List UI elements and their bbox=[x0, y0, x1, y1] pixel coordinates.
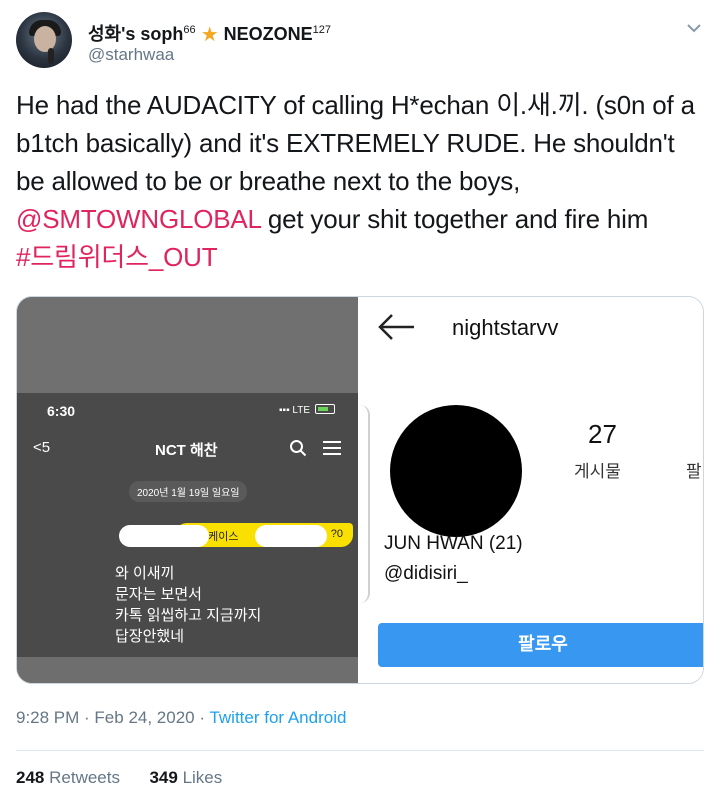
tweet-source-link[interactable]: Twitter for Android bbox=[209, 708, 346, 727]
microphone-icon bbox=[48, 48, 54, 64]
message-line: 문자는 보면서 bbox=[115, 586, 202, 603]
message-line: 카톡 읽씹하고 지금까지 bbox=[115, 607, 262, 624]
group-name: NEOZONE bbox=[223, 24, 313, 44]
ig-profile-picture bbox=[390, 405, 522, 537]
hashtag-link[interactable]: #드림위더스_OUT bbox=[16, 242, 218, 272]
ig-posts-count: 27 bbox=[588, 419, 617, 449]
ig-follow-button: 팔로우 bbox=[378, 623, 703, 667]
ig-full-name: JUN HWAN (21) bbox=[384, 533, 523, 554]
media-attachment[interactable]: 6:30 ▪▪▪ LTE <5 NCT 해찬 2020년 1월 19일 일요일 bbox=[16, 296, 704, 684]
network-label: LTE bbox=[292, 405, 311, 416]
chat-screenshot[interactable]: 6:30 ▪▪▪ LTE <5 NCT 해찬 2020년 1월 19일 일요일 bbox=[17, 297, 358, 683]
likes-count: 349 bbox=[149, 768, 178, 787]
phone-top-area bbox=[17, 297, 358, 393]
redaction-scribble bbox=[255, 525, 327, 547]
name-superscript: 66 bbox=[183, 24, 196, 36]
star-icon: ★ bbox=[200, 24, 219, 46]
tweet-body-continued: get your shit together and fire him bbox=[260, 204, 649, 234]
tweet-text: He had the AUDACITY of calling H*echan 이… bbox=[16, 86, 706, 276]
chat-back: <5 bbox=[33, 439, 50, 456]
user-handle[interactable]: @starhwaa bbox=[88, 45, 174, 65]
ig-username: nightstarvv bbox=[452, 315, 559, 340]
quote-end: ?0 bbox=[330, 528, 343, 540]
ig-posts-label: 게시물 bbox=[574, 462, 621, 481]
chat-message: 와 이새끼 문자는 보면서 카톡 읽씹하고 지금까지 답장안했네 bbox=[115, 563, 261, 647]
mention-link[interactable]: @SMTOWNGLOBAL bbox=[16, 204, 261, 234]
retweets-label: Retweets bbox=[49, 768, 120, 787]
tweet-meta: 9:28 PM · Feb 24, 2020 · Twitter for And… bbox=[16, 708, 346, 728]
separator: · bbox=[194, 708, 210, 727]
phone-time: 6:30 bbox=[47, 403, 76, 419]
likes-stat[interactable]: 349 Likes bbox=[149, 768, 222, 787]
redaction-scribble bbox=[119, 525, 209, 547]
message-line: 와 이새끼 bbox=[115, 565, 175, 582]
signal-icon: ▪▪▪ bbox=[279, 405, 290, 416]
search-icon bbox=[290, 440, 307, 457]
display-name[interactable]: 성화's soph66 ★ NEOZONE127 bbox=[88, 20, 331, 47]
chevron-down-icon[interactable] bbox=[684, 18, 704, 38]
group-superscript: 127 bbox=[312, 24, 332, 36]
ig-followers-label-cut: 팔 bbox=[686, 462, 702, 481]
tweet-time[interactable]: 9:28 PM bbox=[16, 708, 79, 727]
back-count: 5 bbox=[41, 439, 51, 456]
retweets-count: 248 bbox=[16, 768, 45, 787]
phone-edge bbox=[360, 405, 370, 603]
instagram-screenshot[interactable]: nightstarvv 27 게시물 팔 JUN HWAN (21) @didi… bbox=[360, 297, 703, 683]
tweet-stats: 248 Retweets 349 Likes bbox=[16, 768, 222, 788]
phone-bottom-area bbox=[17, 657, 358, 683]
phone-status: ▪▪▪ LTE bbox=[279, 404, 335, 416]
back-arrow-icon bbox=[378, 314, 414, 340]
chat-date: 2020년 1월 19일 일요일 bbox=[129, 481, 248, 502]
retweets-stat[interactable]: 248 Retweets bbox=[16, 768, 120, 787]
tweet-body: He had the AUDACITY of calling H*echan 이… bbox=[16, 90, 695, 196]
phone-screen: 6:30 ▪▪▪ LTE <5 NCT 해찬 2020년 1월 19일 일요일 bbox=[17, 393, 358, 657]
ig-handle: @didisiri_ bbox=[384, 563, 468, 584]
chat-title: NCT 해찬 bbox=[155, 442, 218, 459]
divider bbox=[16, 750, 704, 751]
tweet-header: 성화's soph66 ★ NEOZONE127 @starhwaa bbox=[16, 12, 704, 68]
battery-icon bbox=[314, 404, 335, 414]
separator: · bbox=[79, 708, 95, 727]
tweet-date[interactable]: Feb 24, 2020 bbox=[94, 708, 194, 727]
back-chevron-icon: < bbox=[33, 439, 42, 456]
display-name-text: 성화's soph bbox=[88, 24, 184, 44]
message-line: 답장안했네 bbox=[115, 628, 185, 645]
menu-icon bbox=[323, 441, 341, 455]
avatar[interactable] bbox=[16, 12, 72, 68]
likes-label: Likes bbox=[182, 768, 223, 787]
